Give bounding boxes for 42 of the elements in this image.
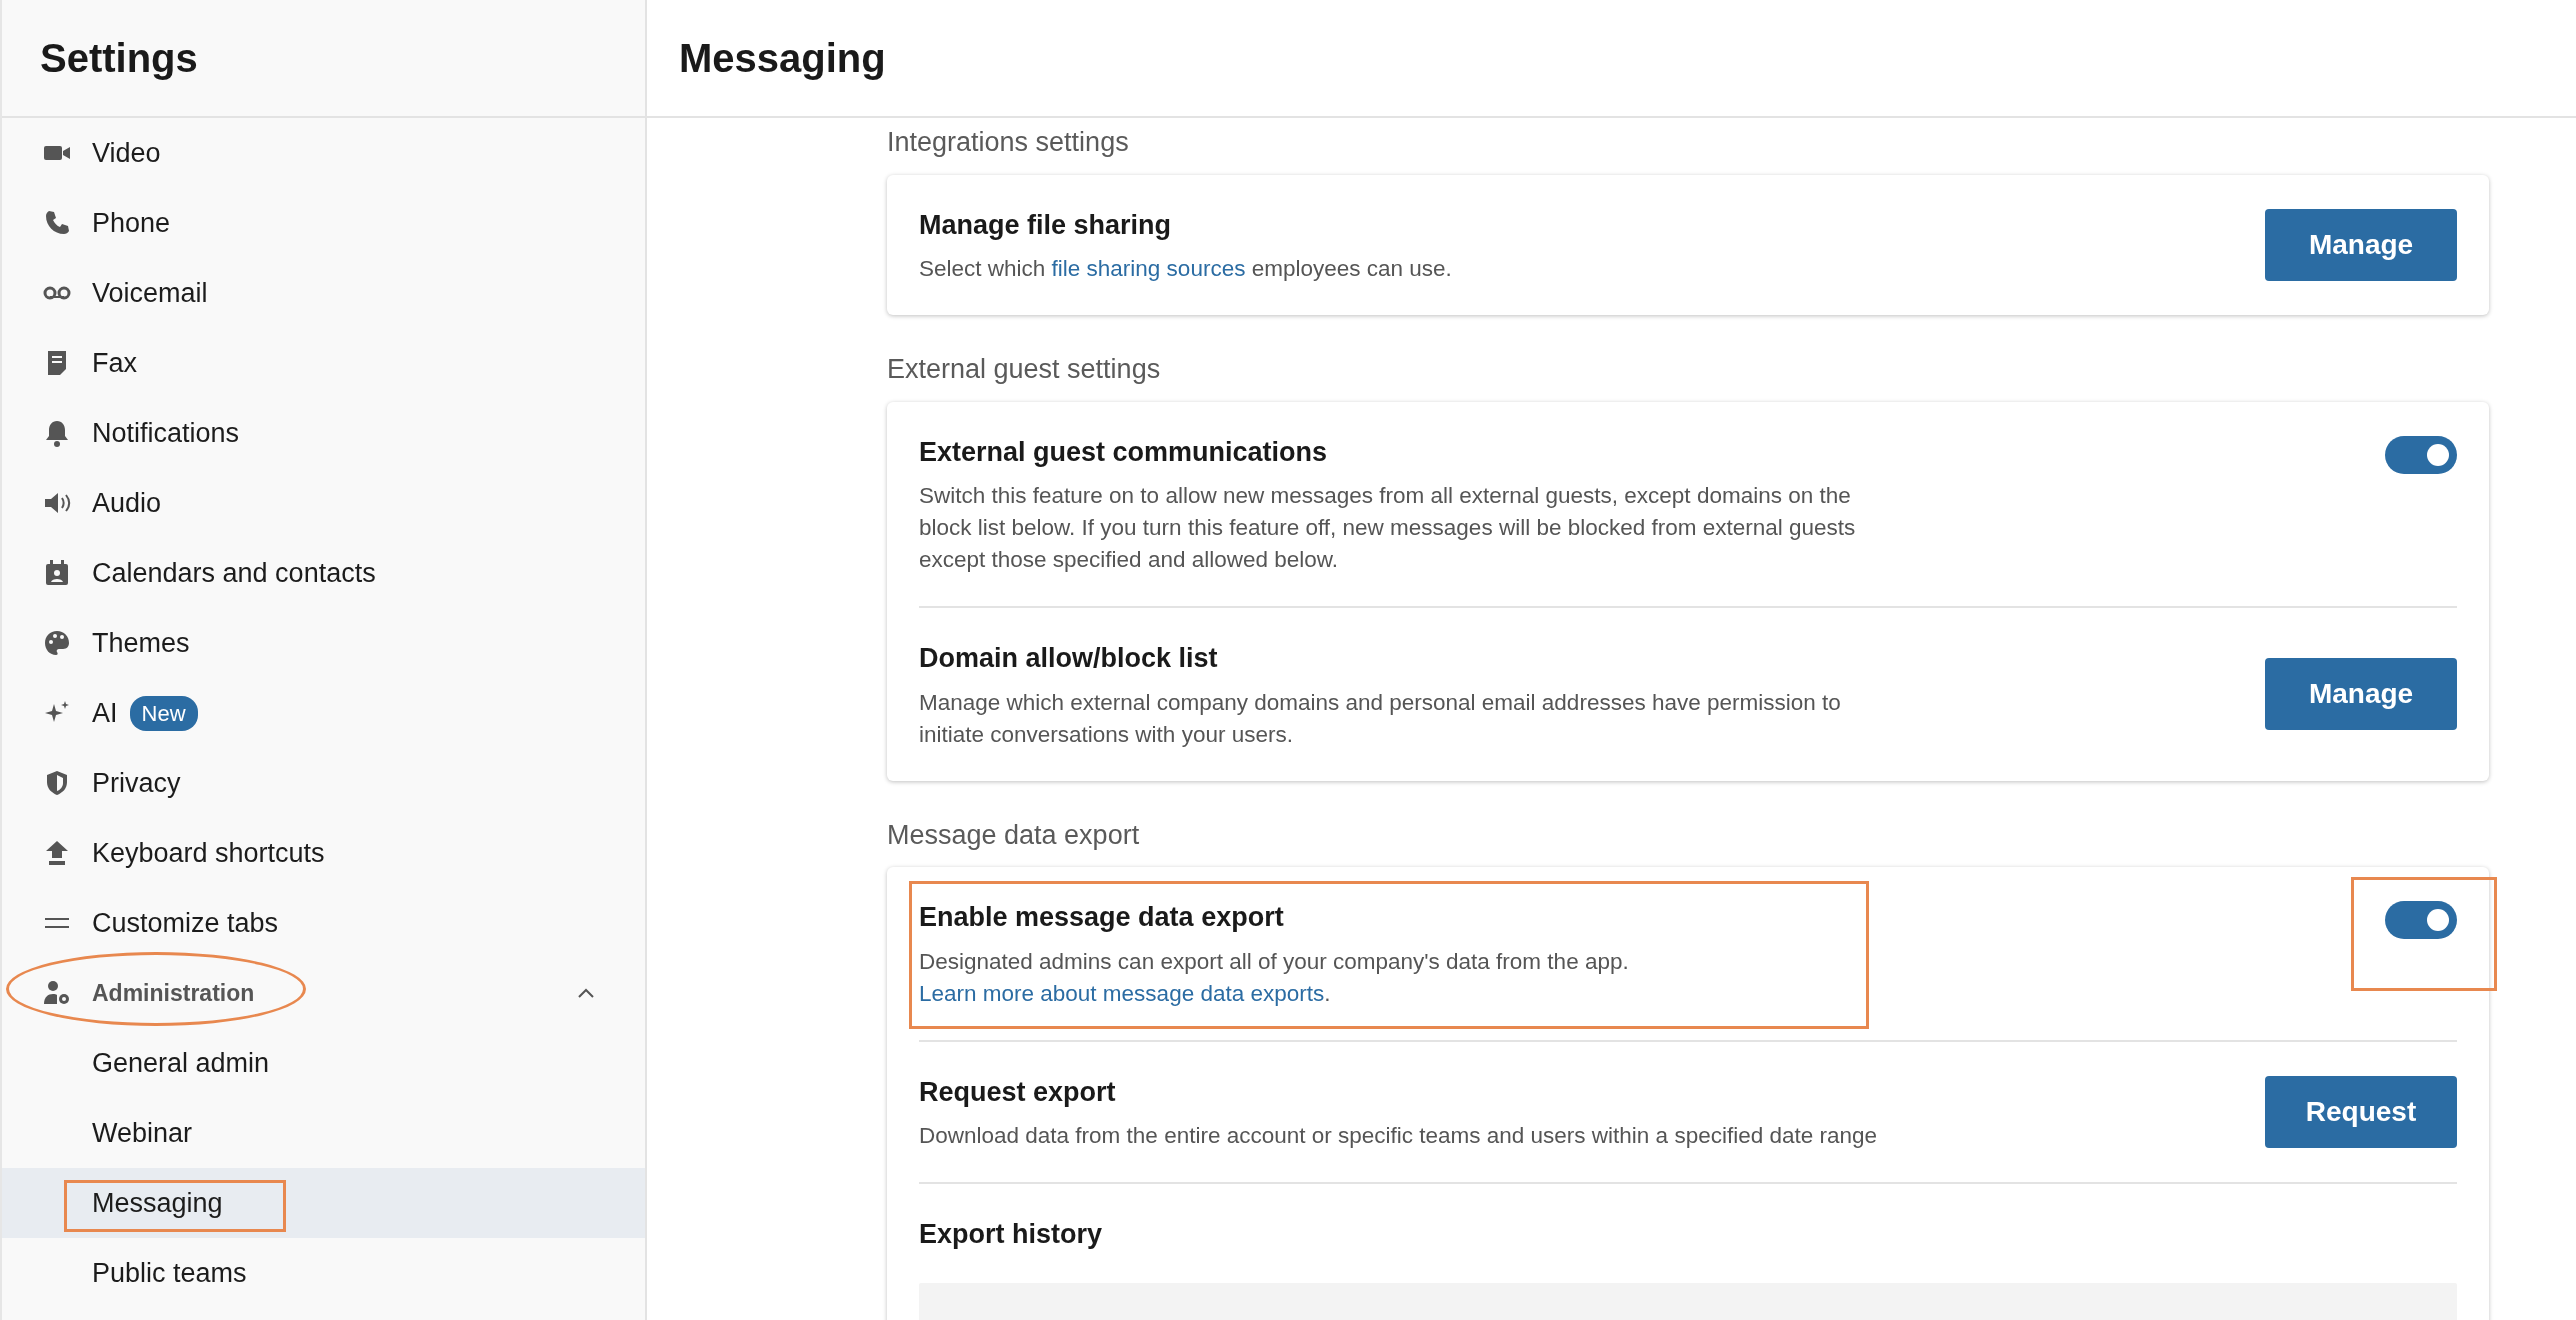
sidebar-item[interactable]: Video	[2, 118, 645, 188]
link[interactable]: file sharing sources	[1051, 256, 1246, 281]
section-heading: External guest settings	[887, 353, 1162, 386]
page-title: Messaging	[679, 35, 886, 82]
sidebar-item[interactable]: Privacy	[2, 748, 645, 818]
new-badge: New	[129, 695, 198, 731]
section-heading: Integrations settings	[887, 126, 1130, 159]
setting-title: External guest communications	[919, 435, 1329, 469]
setting-title: Domain allow/block list	[919, 642, 1219, 675]
toggle-switch[interactable]	[2385, 901, 2457, 939]
action-button[interactable]: Manage	[2265, 208, 2457, 281]
sidebar-item[interactable]: Phone	[2, 188, 645, 258]
setting-title: Enable message data export	[919, 901, 1285, 934]
sidebar-item[interactable]: Administration	[2, 958, 645, 1028]
sidebar-item[interactable]: General admin	[2, 1028, 645, 1098]
sidebar-item[interactable]: Messaging	[2, 1168, 645, 1238]
sidebar-title: Settings	[40, 35, 198, 82]
sidebar-item[interactable]: Notifications	[2, 398, 645, 468]
toggle-switch[interactable]	[2385, 435, 2457, 474]
palette-icon	[42, 628, 72, 658]
setting-title: Manage file sharing	[919, 208, 1173, 242]
setting-title: Export history	[919, 1218, 1104, 1251]
sidebar-item[interactable]: Customize tabs	[2, 888, 645, 958]
sidebar-item[interactable]: Audio	[2, 468, 645, 538]
setting-title: Request export	[919, 1075, 1117, 1109]
sidebar-item[interactable]: Calendars and contacts	[2, 538, 645, 608]
action-button[interactable]: Manage	[2265, 658, 2457, 731]
sidebar-item[interactable]: Keyboard shortcuts	[2, 818, 645, 888]
link[interactable]: Learn more about message data exports	[919, 980, 1325, 1006]
sidebar-item[interactable]: AI New	[2, 678, 645, 748]
action-button[interactable]: Request	[2265, 1075, 2457, 1148]
sidebar-item[interactable]: Voicemail	[2, 258, 645, 328]
sidebar-item[interactable]: Webinar	[2, 1098, 645, 1168]
section-heading: Message data export	[887, 818, 1141, 852]
sidebar-item[interactable]: Public teams	[2, 1238, 645, 1308]
setting-description: Select which file sharing sources employees can use.	[919, 255, 1452, 283]
setting-description: Manage which external company domains and personal email addresses have permission to initiate conversations with your users.	[919, 688, 1842, 749]
setting-description: Switch this feature on to allow new messages from all external guests, except domains on the block list below. If you turn this feature off, new messages will be blocked from external guests except those specified and allowed below.	[919, 482, 1857, 574]
sidebar-item[interactable]: Themes	[2, 608, 645, 678]
setting-description: Download data from the entire account or specific teams and users within a specified date range	[919, 1122, 1878, 1150]
setting-description: Designated admins can export all of your company's data from the app. Learn more about message data exports.	[919, 947, 1630, 1008]
sidebar-item[interactable]: Fax	[2, 328, 645, 398]
